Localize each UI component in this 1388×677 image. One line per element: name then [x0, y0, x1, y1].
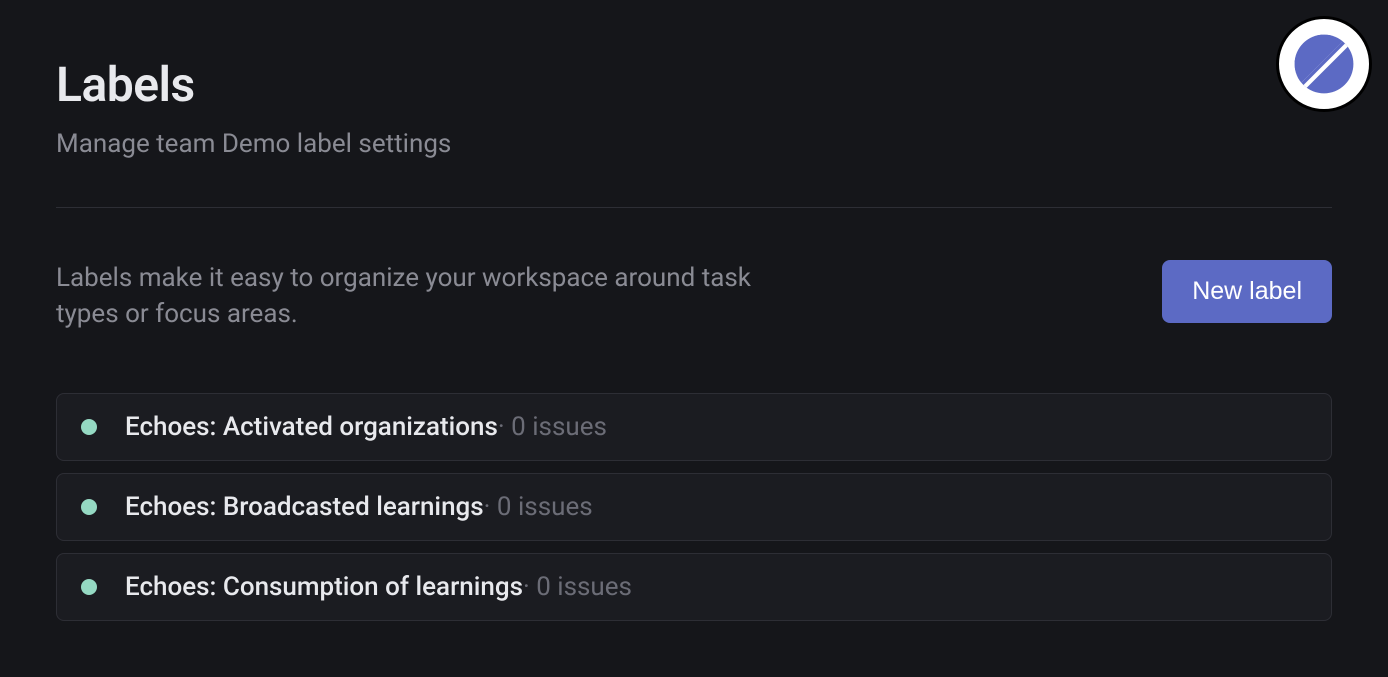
label-color-dot-icon — [81, 499, 97, 515]
label-item[interactable]: Echoes: Consumption of learnings · 0 iss… — [56, 553, 1332, 621]
page-subtitle: Manage team Demo label settings — [56, 129, 1332, 159]
label-issue-count: · 0 issues — [523, 572, 632, 602]
label-text-wrapper: Echoes: Consumption of learnings · 0 iss… — [125, 572, 632, 602]
page-title: Labels — [56, 56, 1332, 113]
labels-list: Echoes: Activated organizations · 0 issu… — [56, 393, 1332, 621]
label-issue-count: · 0 issues — [498, 412, 607, 442]
linear-logo-icon — [1289, 29, 1359, 99]
label-name: Echoes: Consumption of learnings — [125, 572, 523, 602]
label-color-dot-icon — [81, 579, 97, 595]
label-color-dot-icon — [81, 419, 97, 435]
label-item[interactable]: Echoes: Activated organizations · 0 issu… — [56, 393, 1332, 461]
label-item[interactable]: Echoes: Broadcasted learnings · 0 issues — [56, 473, 1332, 541]
label-name: Echoes: Broadcasted learnings — [125, 492, 484, 522]
description-row: Labels make it easy to organize your wor… — [56, 260, 1332, 333]
label-issue-count: · 0 issues — [484, 492, 593, 522]
linear-badge[interactable] — [1276, 16, 1372, 112]
new-label-button[interactable]: New label — [1162, 260, 1332, 323]
label-text-wrapper: Echoes: Broadcasted learnings · 0 issues — [125, 492, 593, 522]
description-text: Labels make it easy to organize your wor… — [56, 260, 816, 333]
label-text-wrapper: Echoes: Activated organizations · 0 issu… — [125, 412, 607, 442]
divider — [56, 207, 1332, 208]
label-name: Echoes: Activated organizations — [125, 412, 498, 442]
